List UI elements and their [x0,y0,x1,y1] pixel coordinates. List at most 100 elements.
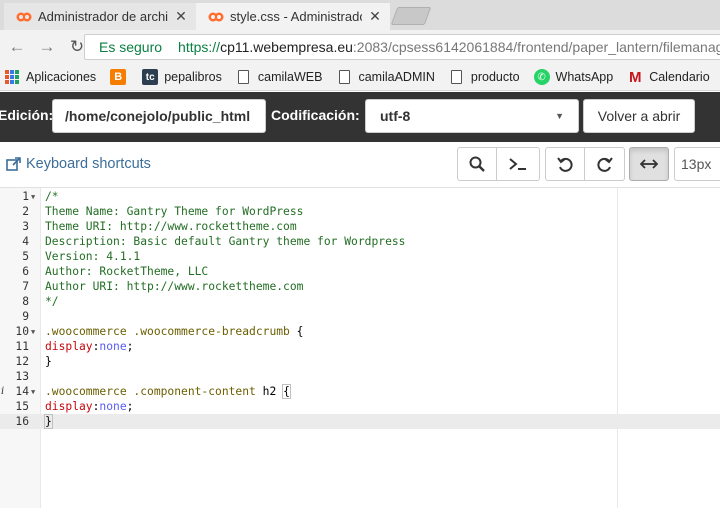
url-host: cp11.webempresa.eu [220,39,353,55]
code-line[interactable]: 8 */ [0,294,720,309]
forward-button[interactable]: → [34,34,60,60]
code-line[interactable]: 3 Theme URI: http://www.rockettheme.com [0,219,720,234]
page-icon [236,69,252,85]
tab-file-manager[interactable]: Administrador de archivos ✕ [4,3,196,30]
word-wrap-toggle[interactable] [629,147,669,181]
code-text: Author: RocketTheme, LLC [45,265,209,278]
code-text: /* [45,190,59,203]
bookmark-camilaadmin[interactable]: camilaADMIN [336,69,435,85]
css-selector: .woocommerce .component-content [45,385,256,398]
css-property: display [45,400,93,413]
line-content: /* [45,189,59,204]
css-tag: h2 [255,385,284,398]
new-tab-button[interactable] [390,7,432,25]
css-value: none [99,400,127,413]
bookmark-label: Aplicaciones [26,70,97,84]
tc-icon: tc [142,69,159,85]
fold-arrow-icon[interactable]: ▼ [31,385,35,400]
close-icon[interactable]: ✕ [368,8,382,25]
encoding-value: utf-8 [380,108,411,124]
line-number: 5 [22,250,29,263]
fold-arrow-icon[interactable]: ▼ [31,190,35,205]
line-number: 11 [15,340,29,353]
line-content: Version: 4.1.1 [45,249,140,264]
keyboard-shortcuts-label: Keyboard shortcuts [26,156,151,172]
bookmarks-bar: Aplicaciones B tc pepalibros camilaWEB c… [0,64,720,91]
undo-button[interactable] [545,147,585,181]
terminal-icon [509,158,526,170]
line-number: 15 [15,400,29,413]
line-number: 1 [22,190,29,203]
address-bar[interactable]: Es seguro https://cp11.webempresa.eu:208… [84,34,720,60]
secure-label: Es seguro [99,39,163,55]
code-text: } [45,355,52,368]
bookmark-camilaweb[interactable]: camilaWEB [236,69,322,85]
undo-icon [557,157,573,172]
console-button[interactable] [497,147,540,181]
bookmark-producto[interactable]: producto [449,69,520,85]
code-line[interactable]: 12} [0,354,720,369]
code-line[interactable]: 7 Author URI: http://www.rockettheme.com [0,279,720,294]
line-number: 6 [22,265,29,278]
css-property: display [45,340,93,353]
code-editor[interactable]: 1 ▼/* 2 Theme Name: Gantry Theme for WordPr… [0,188,720,508]
tab-title: style.css - Administrador de [230,9,362,24]
file-path-input[interactable]: /home/conejolo/public_html [52,99,266,133]
code-line[interactable]: 11 display:none; [0,339,720,354]
m-icon: M [628,68,642,86]
keyboard-shortcuts-link[interactable]: Keyboard shortcuts [6,156,151,172]
code-line[interactable]: 13 [0,369,720,384]
line-content: Author: RocketTheme, LLC [45,264,208,279]
font-size-select[interactable]: 13px ▼ [674,147,720,181]
code-line[interactable]: 5 Version: 4.1.1 [0,249,720,264]
line-number: 3 [22,220,29,233]
reopen-button[interactable]: Volver a abrir [583,99,695,133]
code-text: { [289,325,304,338]
bookmark-calendario[interactable]: M Calendario [627,68,710,86]
close-icon[interactable]: ✕ [174,8,188,25]
bookmark-blogger[interactable]: B [110,69,132,85]
page-icon [449,69,465,85]
bookmark-whatsapp[interactable]: ✆ WhatsApp [533,69,613,85]
line-number: 10 [15,325,29,338]
editor-header: Edición: /home/conejolo/public_html Codi… [0,92,720,142]
code-text: Theme Name: Gantry Theme for WordPress [45,205,304,218]
arrow-right-icon: → [38,37,56,56]
code-line[interactable]: 10 ▼ .woocommerce .woocommerce-breadcrumb … [0,324,720,339]
fold-arrow-icon[interactable]: ▼ [31,325,35,340]
redo-button[interactable] [585,147,625,181]
bookmark-pepalibros[interactable]: tc pepalibros [142,69,222,85]
code-line[interactable]: 9 [0,309,720,324]
line-number: 16 [15,415,29,428]
tab-style-css[interactable]: style.css - Administrador de ✕ [196,3,390,30]
code-line[interactable]: 4 Description: Basic default Gantry theme… [0,234,720,249]
line-number: 2 [22,205,29,218]
line-number: 4 [22,235,29,248]
back-button[interactable]: ← [4,34,30,60]
code-line[interactable]: 16} [0,414,720,429]
search-button[interactable] [457,147,497,181]
line-content: } [45,354,52,369]
encoding-select[interactable]: utf-8 ▼ [365,99,579,133]
line-content: Theme URI: http://www.rockettheme.com [45,219,297,234]
line-number: 9 [22,310,29,323]
font-size-value: 13px [681,156,712,172]
code-line[interactable]: 1 ▼ /* [0,189,720,204]
bookmark-apps[interactable]: Aplicaciones [4,69,96,85]
cpanel-icon [16,12,32,21]
matching-bracket: { [282,384,291,399]
bookmark-label: pepalibros [164,70,222,84]
code-line[interactable]: 15 display:none; [0,399,720,414]
code-text: Author URI: http://www.rockettheme.com [45,280,304,293]
code-line[interactable]: i 14 ▼ .woocommerce .component-content h2 { [0,384,720,399]
external-link-icon [6,156,21,171]
matching-bracket: } [44,414,53,429]
blogger-icon: B [110,69,127,85]
code-line[interactable]: 6 Author: RocketTheme, LLC [0,264,720,279]
code-line[interactable]: 2 Theme Name: Gantry Theme for WordPress [0,204,720,219]
search-icon [469,156,485,172]
edit-label: Edición: [0,107,54,123]
code-text: Description: Basic default Gantry theme … [45,235,406,248]
arrow-left-icon: ← [8,37,26,56]
line-content: .woocommerce .component-content h2 { [45,384,291,399]
